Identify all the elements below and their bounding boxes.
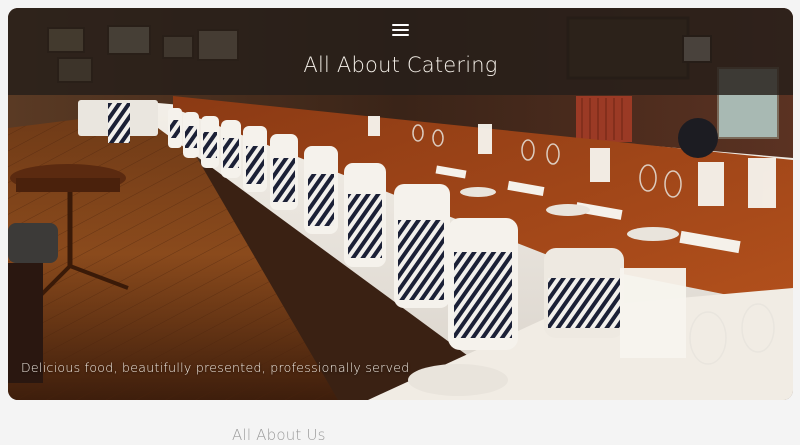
about-section-heading: All About Us	[232, 426, 326, 444]
site-title[interactable]: All About Catering	[8, 53, 793, 77]
header-overlay: All About Catering	[8, 8, 793, 95]
hero-tagline: Delicious food, beautifully presented, p…	[21, 360, 410, 375]
hamburger-menu-icon[interactable]	[392, 23, 409, 37]
hero-banner: All About Catering Delicious food, beaut…	[8, 8, 793, 400]
